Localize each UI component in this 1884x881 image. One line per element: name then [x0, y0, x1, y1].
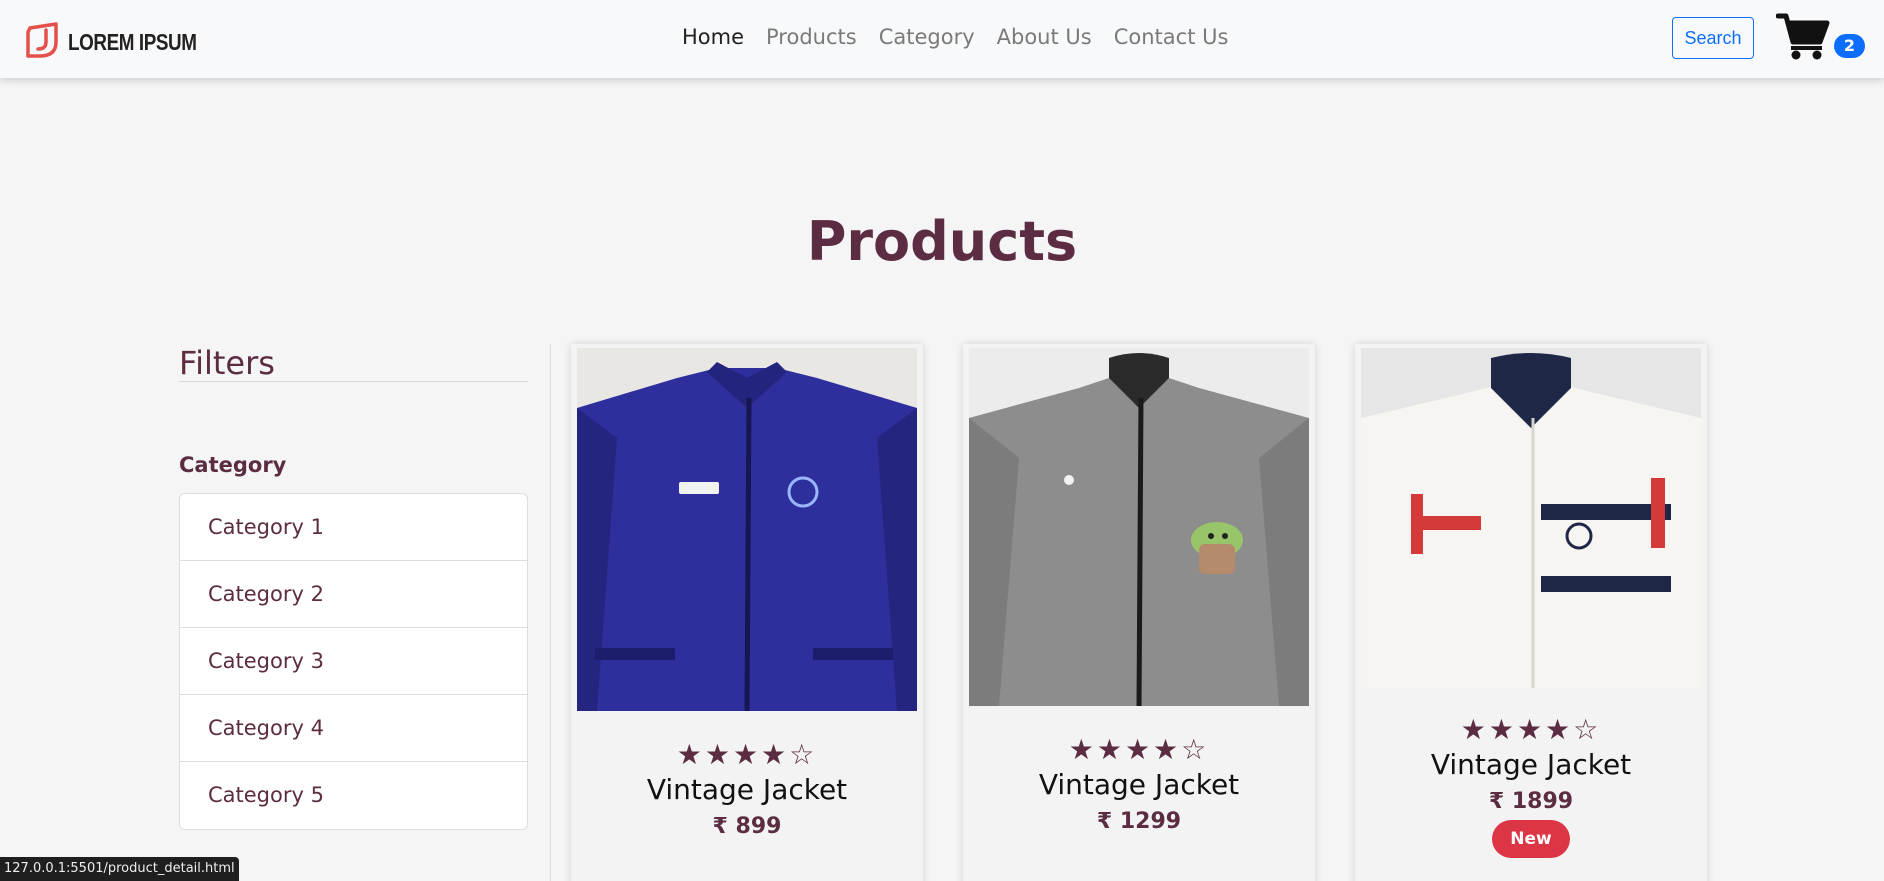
- star-filled-icon: ★: [1068, 733, 1097, 766]
- brand[interactable]: LOREM IPSUM: [24, 22, 225, 62]
- nav-link-about-us[interactable]: About Us: [997, 25, 1092, 49]
- nav-link-category[interactable]: Category: [879, 25, 975, 49]
- star-filled-icon: ★: [1460, 713, 1489, 746]
- product-info: ★★★★☆ Vintage Jacket ₹ 1299: [963, 734, 1315, 835]
- filters-divider: [179, 381, 528, 382]
- category-list: Category 1 Category 2 Category 3 Categor…: [179, 493, 528, 830]
- star-filled-icon: ★: [1545, 713, 1574, 746]
- cart-button[interactable]: [1775, 12, 1832, 64]
- nav-link-home[interactable]: Home: [682, 25, 744, 49]
- star-empty-icon: ☆: [789, 738, 818, 771]
- product-info: ★★★★☆ Vintage Jacket ₹ 899: [571, 739, 923, 840]
- star-filled-icon: ★: [1153, 733, 1182, 766]
- search-button[interactable]: Search: [1672, 17, 1754, 59]
- page-title: Products: [806, 210, 1078, 273]
- product-card[interactable]: ★★★★☆ Vintage Jacket ₹ 1899 New: [1355, 344, 1707, 881]
- product-info: ★★★★☆ Vintage Jacket ₹ 1899 New: [1355, 714, 1707, 858]
- rating-stars: ★★★★☆: [1355, 714, 1707, 746]
- star-filled-icon: ★: [704, 738, 733, 771]
- star-filled-icon: ★: [1124, 733, 1154, 766]
- product-name: Vintage Jacket: [1038, 768, 1240, 801]
- rating-stars: ★★★★☆: [571, 739, 923, 771]
- product-price: ₹ 1899: [1488, 789, 1574, 814]
- product-name: Vintage Jacket: [1430, 748, 1632, 781]
- category-item-1[interactable]: Category 1: [180, 494, 527, 561]
- new-badge: New: [1492, 820, 1570, 858]
- product-image-grey-jacket[interactable]: [969, 348, 1309, 707]
- nav-link-products[interactable]: Products: [766, 25, 857, 49]
- nav-link-contact-us[interactable]: Contact Us: [1114, 25, 1229, 49]
- navbar: LOREM IPSUM Home Products Category About…: [0, 0, 1884, 78]
- product-price: ₹ 1299: [1096, 809, 1182, 834]
- rating-stars: ★★★★☆: [963, 734, 1315, 766]
- category-item-3[interactable]: Category 3: [180, 628, 527, 695]
- product-name: Vintage Jacket: [646, 773, 848, 806]
- sidebar-divider: [550, 344, 551, 881]
- product-image-white-jacket[interactable]: [1361, 348, 1701, 688]
- cart-count-badge: 2: [1834, 34, 1865, 58]
- brand-logo-icon: [24, 22, 62, 62]
- star-empty-icon: ☆: [1573, 713, 1602, 746]
- filters-title: Filters: [179, 344, 275, 382]
- product-price: ₹ 899: [712, 814, 782, 839]
- browser-status-url: 127.0.0.1:5501/product_detail.html: [0, 857, 239, 881]
- star-filled-icon: ★: [1096, 733, 1125, 766]
- category-item-4[interactable]: Category 4: [180, 695, 527, 762]
- category-item-5[interactable]: Category 5: [180, 762, 527, 829]
- star-filled-icon: ★: [676, 738, 705, 771]
- star-empty-icon: ☆: [1181, 733, 1210, 766]
- star-filled-icon: ★: [1516, 713, 1546, 746]
- product-card[interactable]: ★★★★☆ Vintage Jacket ₹ 899: [571, 344, 923, 881]
- brand-name: LOREM IPSUM: [68, 28, 197, 55]
- star-filled-icon: ★: [732, 738, 762, 771]
- category-heading: Category: [179, 453, 287, 477]
- product-card[interactable]: ★★★★☆ Vintage Jacket ₹ 1299: [963, 344, 1315, 881]
- shopping-cart-icon: [1775, 13, 1830, 64]
- product-image-blue-jacket[interactable]: [577, 348, 917, 712]
- star-filled-icon: ★: [761, 738, 790, 771]
- category-item-2[interactable]: Category 2: [180, 561, 527, 628]
- nav-links: Home Products Category About Us Contact …: [682, 25, 1250, 49]
- star-filled-icon: ★: [1488, 713, 1517, 746]
